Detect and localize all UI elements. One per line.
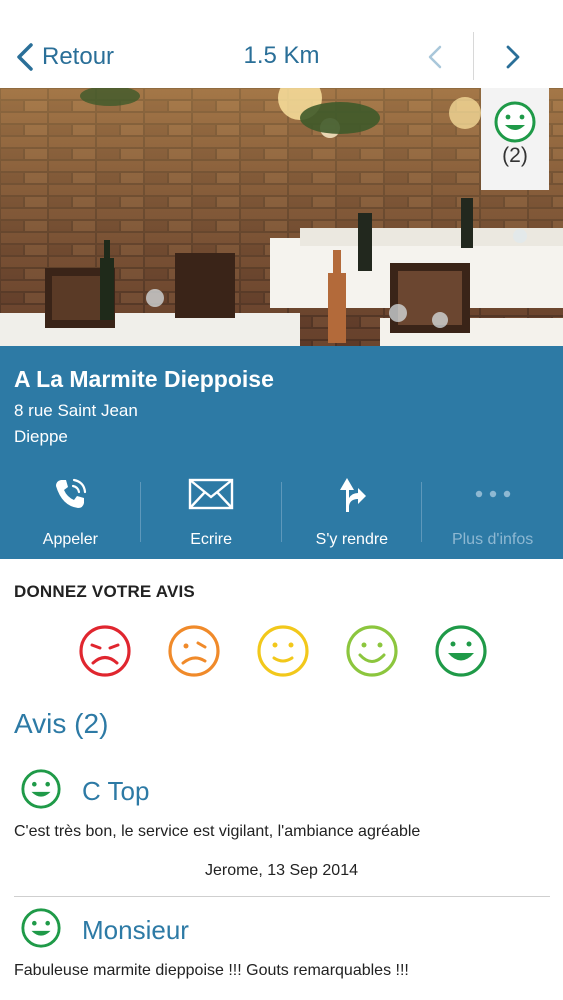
more-info-button[interactable]: Plus d'infos <box>422 466 563 559</box>
write-button[interactable]: Ecrire <box>141 466 282 559</box>
action-bar: Appeler Ecrire S'y rendre Plus d'infos <box>0 466 563 559</box>
chevron-left-icon <box>17 43 33 71</box>
directions-button[interactable]: S'y rendre <box>282 466 423 559</box>
neutral-face-icon[interactable] <box>256 624 310 678</box>
chevron-right-icon <box>506 45 520 69</box>
rating-faces <box>78 624 488 678</box>
review-title: C Top <box>82 776 150 806</box>
very-sad-face-icon[interactable] <box>78 624 132 678</box>
reviews-title: Avis (2) <box>14 708 109 739</box>
address-line-1: 8 rue Saint Jean <box>14 401 138 420</box>
rating-badge[interactable]: (2) <box>481 88 549 190</box>
directions-icon <box>339 478 366 512</box>
address-line-2: Dieppe <box>14 427 68 446</box>
call-label: Appeler <box>42 531 98 548</box>
sad-face-icon[interactable] <box>167 624 221 678</box>
review-text: Fabuleuse marmite dieppoise !!! Gouts re… <box>14 962 409 979</box>
write-label: Ecrire <box>190 531 233 548</box>
restaurant-name: A La Marmite Dieppoise <box>14 366 274 392</box>
restaurant-info-panel: A La Marmite Dieppoise 8 rue Saint Jean … <box>0 346 563 559</box>
back-button[interactable]: Retour <box>14 38 114 76</box>
restaurant-photo[interactable] <box>0 88 563 346</box>
top-navigation-bar: Retour 1.5 Km <box>0 0 563 88</box>
more-dots-icon <box>475 490 510 498</box>
happy-face-icon[interactable] <box>345 624 399 678</box>
very-happy-face-icon <box>21 908 61 948</box>
back-label: Retour <box>42 43 115 70</box>
more-info-label: Plus d'infos <box>451 531 534 548</box>
review-divider <box>14 896 550 897</box>
phone-icon <box>56 478 87 508</box>
chevron-left-icon <box>428 45 442 69</box>
next-button[interactable] <box>498 40 528 74</box>
smile-face-icon <box>494 101 536 143</box>
envelope-icon <box>188 478 234 510</box>
very-happy-face-icon <box>21 769 61 809</box>
very-happy-face-icon[interactable] <box>434 624 488 678</box>
review-item: Monsieur Fabuleuse marmite dieppoise !!!… <box>0 907 563 1000</box>
previous-button[interactable] <box>420 40 450 74</box>
review-item: C Top C'est très bon, le service est vig… <box>0 768 563 898</box>
review-author-date: Jerome, 13 Sep 2014 <box>205 862 358 879</box>
directions-label: S'y rendre <box>315 531 389 548</box>
nav-divider <box>473 32 474 80</box>
call-button[interactable]: Appeler <box>0 466 141 559</box>
review-title: Monsieur <box>82 915 189 945</box>
feedback-title: DONNEZ VOTRE AVIS <box>14 582 195 601</box>
rating-count: (2) <box>502 144 528 167</box>
review-text: C'est très bon, le service est vigilant,… <box>14 823 421 840</box>
